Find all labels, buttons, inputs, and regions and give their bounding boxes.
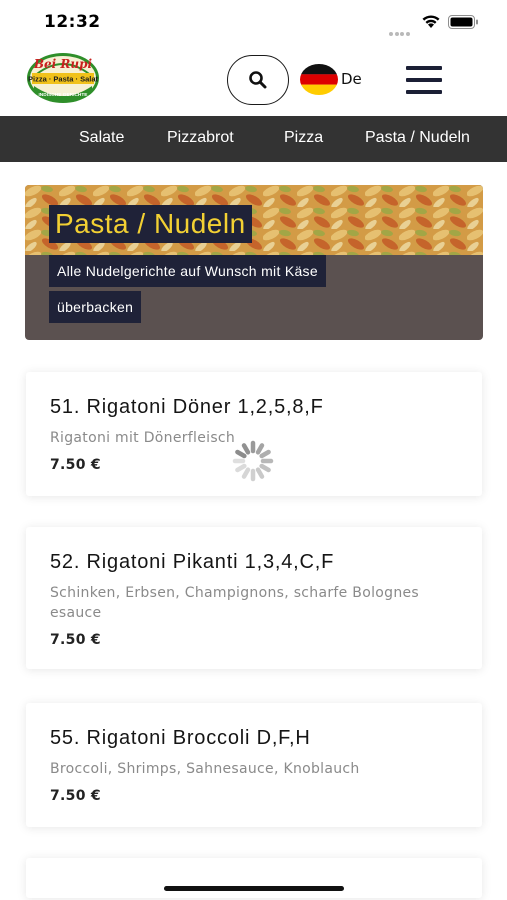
search-button[interactable] [227, 55, 289, 105]
product-card[interactable]: 52. Rigatoni Pikanti 1,3,4,C,F Schinken,… [26, 527, 482, 669]
product-price: 7.50 € [50, 788, 101, 804]
banner-subtitle-line2: überbacken [49, 291, 142, 323]
language-label[interactable]: De [341, 70, 362, 88]
logo-name: Bei Rupi [33, 57, 93, 71]
status-bar: 12:32 [0, 0, 507, 46]
category-banner: Pasta / Nudeln Alle Nudelgerichte auf Wu… [25, 185, 483, 340]
banner-title: Pasta / Nudeln [49, 205, 252, 243]
cellular-signal-icon [389, 21, 413, 36]
nav-item-pizzabrot[interactable]: Pizzabrot [167, 129, 234, 147]
status-time: 12:32 [44, 12, 101, 32]
nav-item-salate[interactable]: Salate [79, 129, 124, 147]
wifi-icon [422, 15, 440, 28]
restaurant-logo[interactable]: Bei Rupi Pizza · Pasta · Salat INDISCHE … [26, 52, 100, 104]
nav-item-pasta-nudeln[interactable]: Pasta / Nudeln [365, 129, 470, 147]
category-nav: Salate Pizzabrot Pizza Pasta / Nudeln [0, 116, 507, 162]
home-indicator[interactable] [164, 886, 344, 891]
logo-tagline: INDISCHE GERICHTE [38, 92, 88, 98]
product-title: 52. Rigatoni Pikanti 1,3,4,C,F [50, 551, 335, 573]
hamburger-menu-icon[interactable] [406, 66, 442, 94]
product-title: 55. Rigatoni Broccoli D,F,H [50, 727, 311, 749]
search-icon [249, 71, 267, 89]
banner-subtitle-line1: Alle Nudelgerichte auf Wunsch mit Käse [49, 255, 326, 287]
loading-spinner-icon [232, 440, 274, 482]
product-title: 51. Rigatoni Döner 1,2,5,8,F [50, 396, 324, 418]
product-price: 7.50 € [50, 632, 101, 648]
product-card[interactable] [26, 858, 482, 898]
product-price: 7.50 € [50, 457, 101, 473]
product-description: Broccoli, Shrimps, Sahnesauce, Knoblauch [50, 761, 360, 777]
app-header: Bei Rupi Pizza · Pasta · Salat INDISCHE … [0, 46, 507, 116]
nav-item-pizza[interactable]: Pizza [284, 129, 323, 147]
product-description: Schinken, Erbsen, Champignons, scharfe B… [50, 585, 420, 621]
product-card[interactable]: 55. Rigatoni Broccoli D,F,H Broccoli, Sh… [26, 703, 482, 827]
battery-icon [448, 15, 478, 29]
german-flag-icon[interactable] [300, 64, 338, 95]
logo-subtitle: Pizza · Pasta · Salat [28, 75, 99, 84]
